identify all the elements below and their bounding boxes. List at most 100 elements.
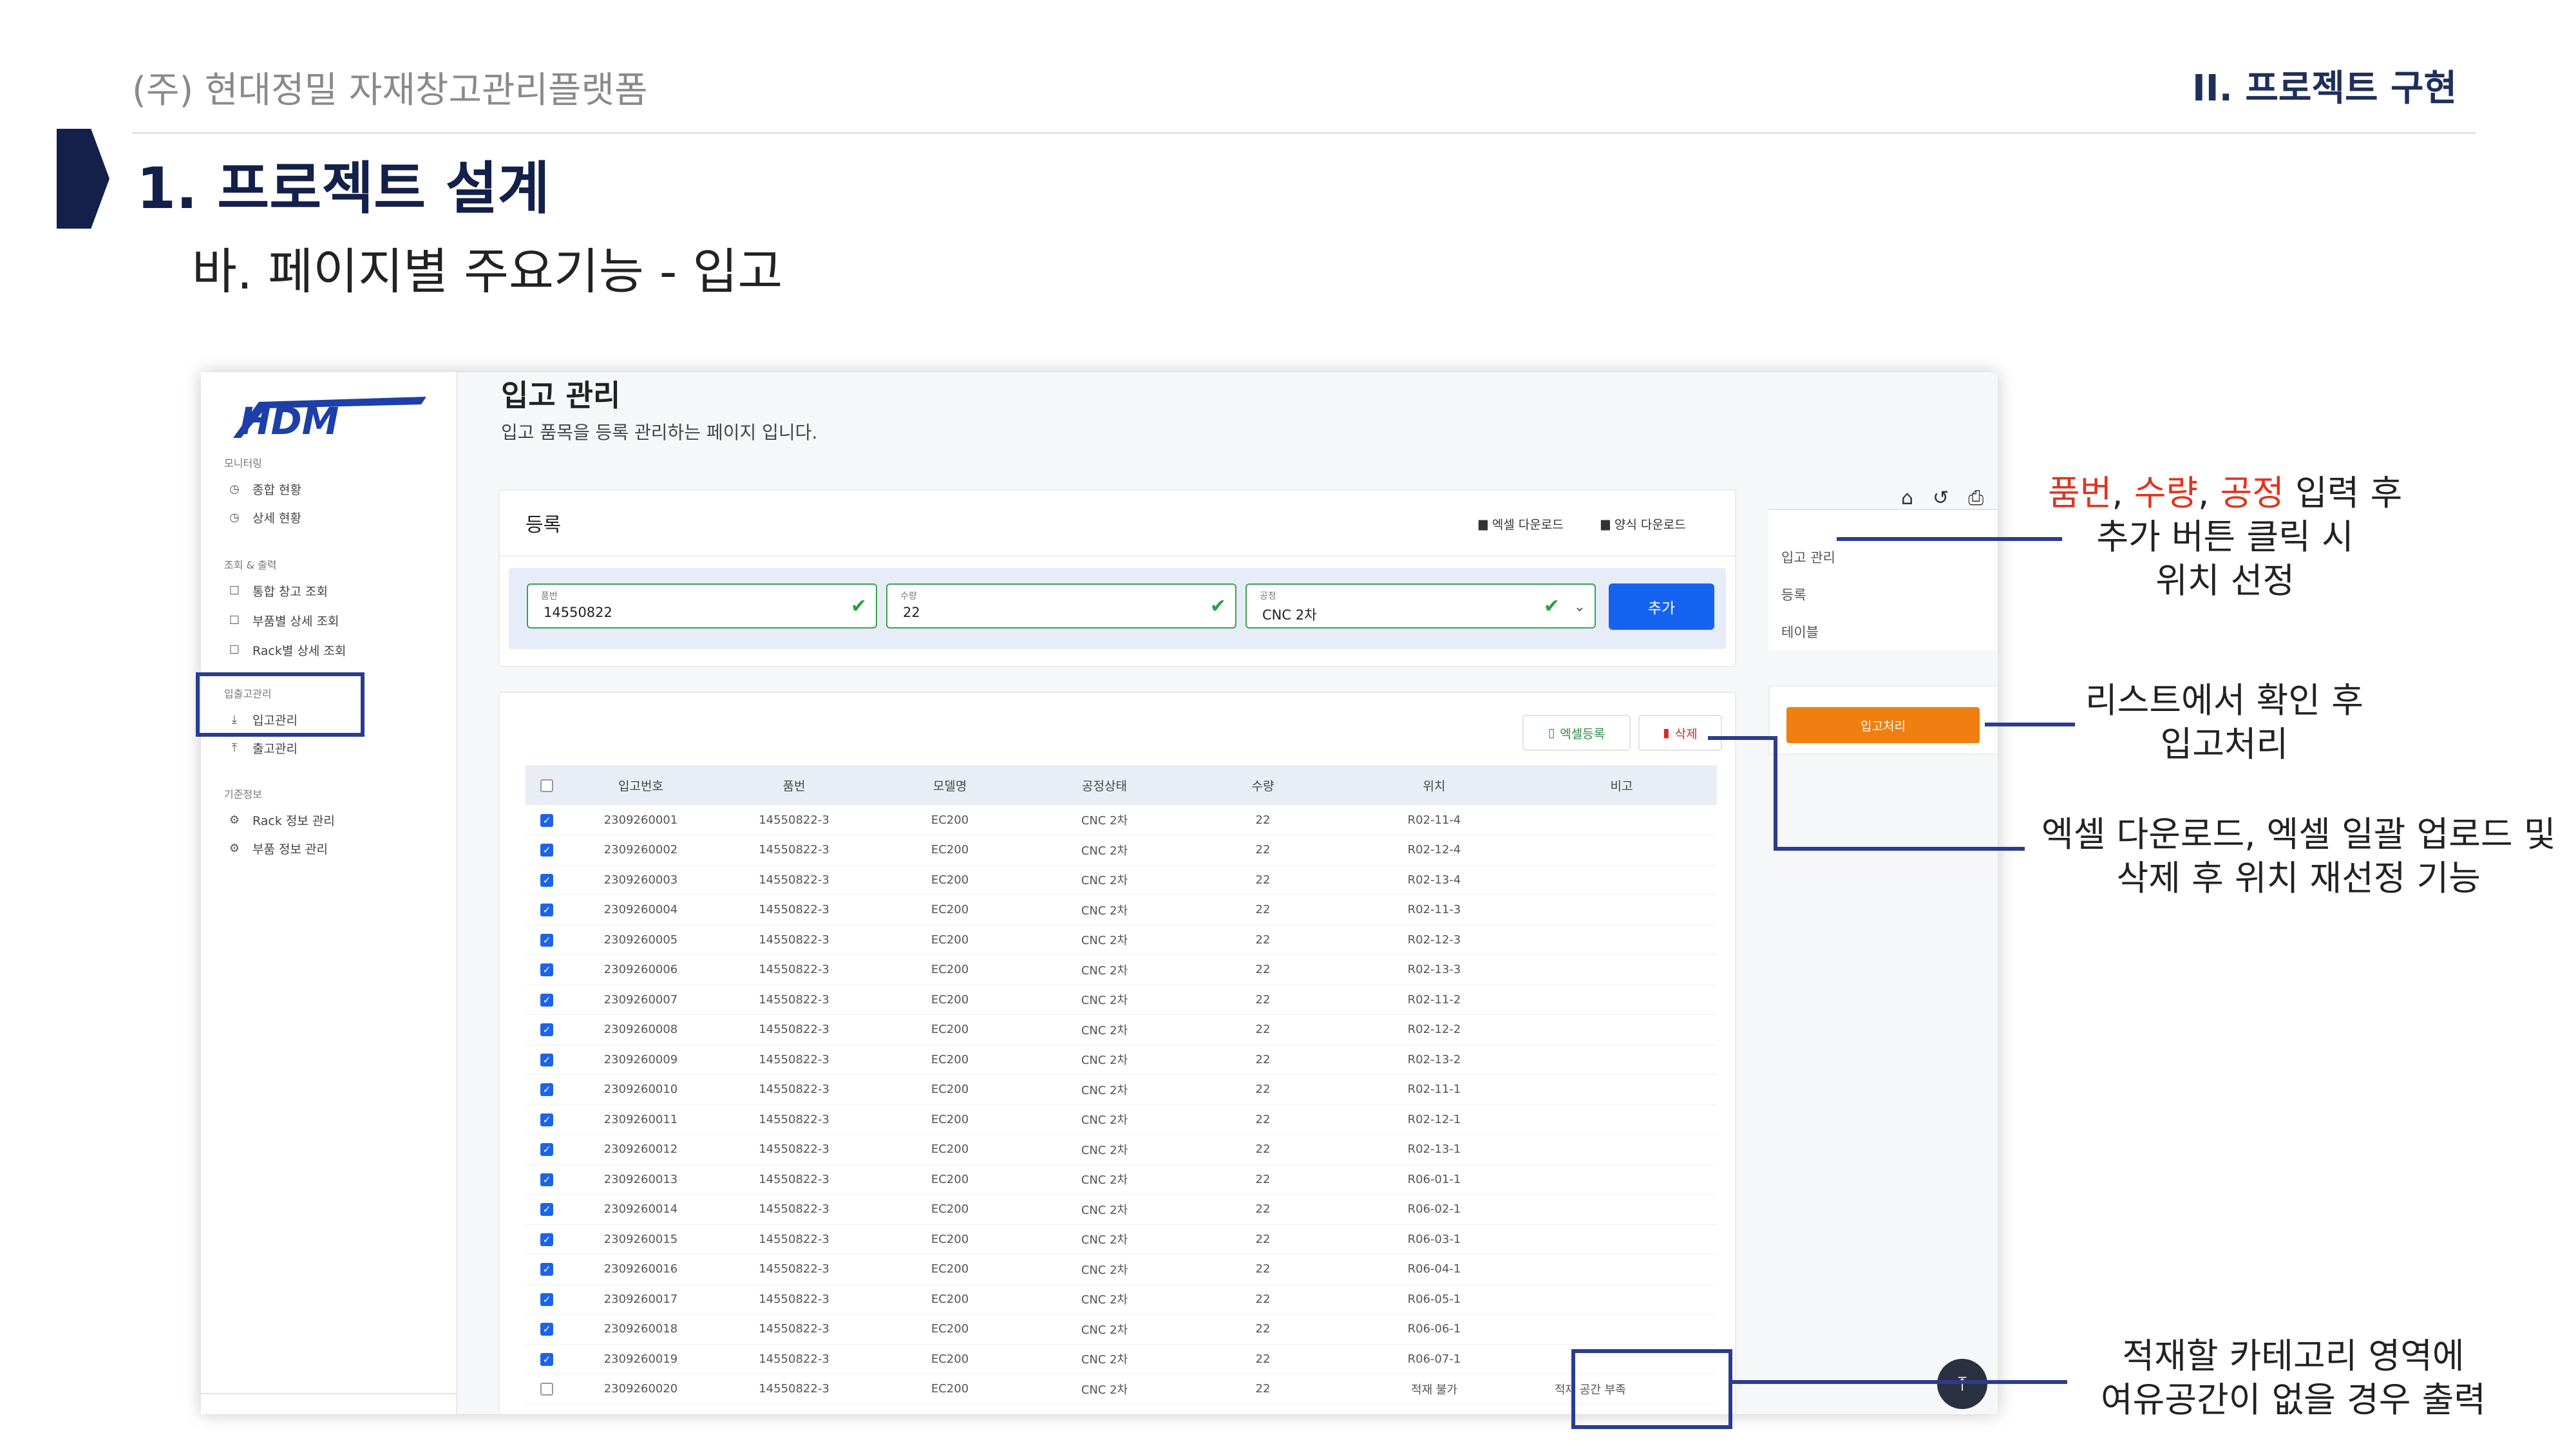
row-select-cell[interactable]: ✓: [526, 895, 568, 925]
row-checkbox[interactable]: ✓: [540, 1263, 553, 1276]
row-checkbox[interactable]: ✓: [540, 1293, 553, 1306]
row-checkbox[interactable]: ✓: [540, 813, 553, 827]
table-row[interactable]: ✓ 2309260012 14550822-3 EC200 CNC 2차 22 R02-13…: [526, 1134, 1717, 1165]
row-select-cell[interactable]: ✓: [526, 1194, 568, 1225]
anchor-register[interactable]: 등록: [1781, 585, 1806, 604]
col-process[interactable]: 공정상태: [1025, 765, 1184, 805]
sidebar-item-part-info[interactable]: ⚙ 부품 정보 관리: [228, 840, 328, 857]
row-select-cell[interactable]: ✓: [526, 1134, 568, 1165]
col-note[interactable]: 비고: [1526, 765, 1717, 805]
note-cell: [1526, 1254, 1717, 1285]
row-checkbox[interactable]: ✓: [540, 993, 553, 1007]
table-row[interactable]: ✓ 2309260015 14550822-3 EC200 CNC 2차 22 R06-03…: [526, 1224, 1717, 1255]
row-checkbox[interactable]: [540, 1383, 553, 1396]
row-select-cell[interactable]: ✓: [526, 865, 568, 895]
table-row[interactable]: ✓ 2309260003 14550822-3 EC200 CNC 2차 22 R02-13…: [526, 865, 1717, 895]
row-select-cell[interactable]: ✓: [526, 1104, 568, 1135]
sidebar-group-monitoring: 모니터링: [224, 457, 262, 469]
row-checkbox[interactable]: ✓: [540, 1023, 553, 1037]
row-checkbox[interactable]: ✓: [540, 1143, 553, 1157]
row-checkbox[interactable]: ✓: [540, 1323, 553, 1336]
qty-field[interactable]: 수량 22 ✔: [886, 583, 1236, 629]
row-select-cell[interactable]: ✓: [526, 1074, 568, 1105]
sidebar-item-overview[interactable]: ◷ 종합 현황: [228, 480, 301, 498]
upload-icon: ⤒: [232, 741, 237, 755]
select-all-checkbox[interactable]: [540, 779, 553, 792]
home-icon[interactable]: ⌂: [1901, 487, 1913, 509]
row-select-cell[interactable]: ✓: [526, 1164, 568, 1195]
row-select-cell[interactable]: ✓: [526, 1045, 568, 1075]
row-checkbox[interactable]: ✓: [540, 873, 553, 887]
register-form: 품번 14550822 ✔ 수량 22 ✔ 공정 CNC 2차 ✔ ⌄ 추가: [509, 568, 1726, 649]
sidebar-item-rack-info[interactable]: ⚙ Rack 정보 관리: [228, 811, 335, 829]
row-select-cell[interactable]: ✓: [526, 1314, 568, 1345]
row-select-cell[interactable]: ✓: [526, 925, 568, 955]
template-download-link[interactable]: ▆ 양식 다운로드: [1601, 515, 1686, 533]
add-button[interactable]: 추가: [1609, 583, 1714, 630]
col-qty[interactable]: 수량: [1184, 765, 1342, 805]
excel-upload-button[interactable]: ▯ 엑셀등록: [1522, 715, 1631, 751]
sidebar-item-outbound[interactable]: ⤒ 출고관리: [228, 739, 298, 757]
row-select-cell[interactable]: ✓: [526, 1254, 568, 1285]
row-checkbox[interactable]: ✓: [540, 1173, 553, 1186]
row-select-cell[interactable]: ✓: [526, 985, 568, 1015]
table-row[interactable]: ✓ 2309260009 14550822-3 EC200 CNC 2차 22 R02-13…: [526, 1045, 1717, 1075]
row-select-cell[interactable]: ✓: [526, 954, 568, 985]
table-row[interactable]: ✓ 2309260016 14550822-3 EC200 CNC 2차 22 R06-04…: [526, 1254, 1717, 1285]
row-select-cell[interactable]: ✓: [526, 1284, 568, 1314]
col-location[interactable]: 위치: [1342, 765, 1526, 805]
row-checkbox[interactable]: ✓: [540, 1352, 553, 1366]
anchor-inbound[interactable]: 입고 관리: [1781, 547, 1835, 567]
table-row[interactable]: ✓ 2309260018 14550822-3 EC200 CNC 2차 22 R06-06…: [526, 1314, 1717, 1345]
part-no-field[interactable]: 품번 14550822 ✔: [527, 583, 877, 629]
row-select-cell[interactable]: ✓: [526, 835, 568, 866]
excel-download-link[interactable]: ▆ 엑셀 다운로드: [1479, 515, 1564, 533]
process-cell: CNC 2차: [1025, 1104, 1184, 1135]
row-checkbox[interactable]: ✓: [540, 904, 553, 917]
refresh-icon[interactable]: ↺: [1933, 487, 1949, 509]
table-row[interactable]: ✓ 2309260007 14550822-3 EC200 CNC 2차 22 R02-11…: [526, 985, 1717, 1015]
row-select-cell[interactable]: ✓: [526, 1014, 568, 1045]
process-select[interactable]: 공정 CNC 2차 ✔ ⌄: [1245, 583, 1596, 629]
col-model[interactable]: 모델명: [875, 765, 1025, 805]
table-row[interactable]: ✓ 2309260011 14550822-3 EC200 CNC 2차 22 R02-12…: [526, 1104, 1717, 1135]
sidebar-item-detail[interactable]: ◷ 상세 현황: [228, 509, 301, 526]
row-select-cell[interactable]: ✓: [526, 805, 568, 835]
row-checkbox[interactable]: ✓: [540, 933, 553, 947]
table-row[interactable]: ✓ 2309260019 14550822-3 EC200 CNC 2차 22 R06-07…: [526, 1344, 1717, 1374]
table-row[interactable]: 2309260020 14550822-3 EC200 CNC 2차 22 적재 불가 적재…: [526, 1374, 1717, 1405]
table-row[interactable]: ✓ 2309260014 14550822-3 EC200 CNC 2차 22 R06-02…: [526, 1194, 1717, 1225]
sidebar-item-warehouse-search[interactable]: ☐ 통합 창고 조회: [228, 582, 328, 600]
table-row[interactable]: ✓ 2309260010 14550822-3 EC200 CNC 2차 22 R02-11…: [526, 1074, 1717, 1105]
model-cell: EC200: [875, 954, 1025, 985]
select-all-cell[interactable]: [526, 765, 568, 805]
row-select-cell[interactable]: ✓: [526, 1344, 568, 1374]
table-row[interactable]: ✓ 2309260004 14550822-3 EC200 CNC 2차 22 R02-11…: [526, 895, 1717, 925]
row-checkbox[interactable]: ✓: [540, 1083, 553, 1097]
table-row[interactable]: ✓ 2309260008 14550822-3 EC200 CNC 2차 22 R02-12…: [526, 1014, 1717, 1045]
col-part-no[interactable]: 품번: [714, 765, 875, 805]
row-checkbox[interactable]: ✓: [540, 1233, 553, 1246]
sidebar-item-part-search[interactable]: ☐ 부품별 상세 조회: [228, 612, 339, 629]
table-row[interactable]: ✓ 2309260001 14550822-3 EC200 CNC 2차 22 R02-11…: [526, 805, 1717, 835]
row-checkbox[interactable]: ✓: [540, 1113, 553, 1126]
table-row[interactable]: ✓ 2309260006 14550822-3 EC200 CNC 2차 22 R02-13…: [526, 954, 1717, 985]
table-row[interactable]: ✓ 2309260005 14550822-3 EC200 CNC 2차 22 R02-12…: [526, 925, 1717, 955]
model-cell: EC200: [875, 1014, 1025, 1045]
table-row[interactable]: ✓ 2309260013 14550822-3 EC200 CNC 2차 22 R06-01…: [526, 1164, 1717, 1195]
row-checkbox[interactable]: ✓: [540, 1053, 553, 1066]
delete-button[interactable]: ▮ 삭제: [1638, 715, 1722, 751]
table-row[interactable]: ✓ 2309260002 14550822-3 EC200 CNC 2차 22 R02-12…: [526, 835, 1717, 866]
scroll-top-icon[interactable]: ⤒: [1937, 1359, 1987, 1409]
print-icon[interactable]: ⎙: [1968, 487, 1984, 509]
table-row[interactable]: ✓ 2309260017 14550822-3 EC200 CNC 2차 22 R06-05…: [526, 1284, 1717, 1314]
row-checkbox[interactable]: ✓: [540, 844, 553, 857]
row-select-cell[interactable]: [526, 1374, 568, 1405]
col-inbound-no[interactable]: 입고번호: [568, 765, 714, 805]
anchor-table[interactable]: 테이블: [1781, 622, 1819, 641]
row-checkbox[interactable]: ✓: [540, 963, 553, 977]
inbound-process-button[interactable]: 입고처리: [1786, 707, 1980, 743]
row-select-cell[interactable]: ✓: [526, 1224, 568, 1255]
row-checkbox[interactable]: ✓: [540, 1203, 553, 1217]
sidebar-item-rack-search[interactable]: ☐ Rack별 상세 조회: [228, 641, 346, 659]
